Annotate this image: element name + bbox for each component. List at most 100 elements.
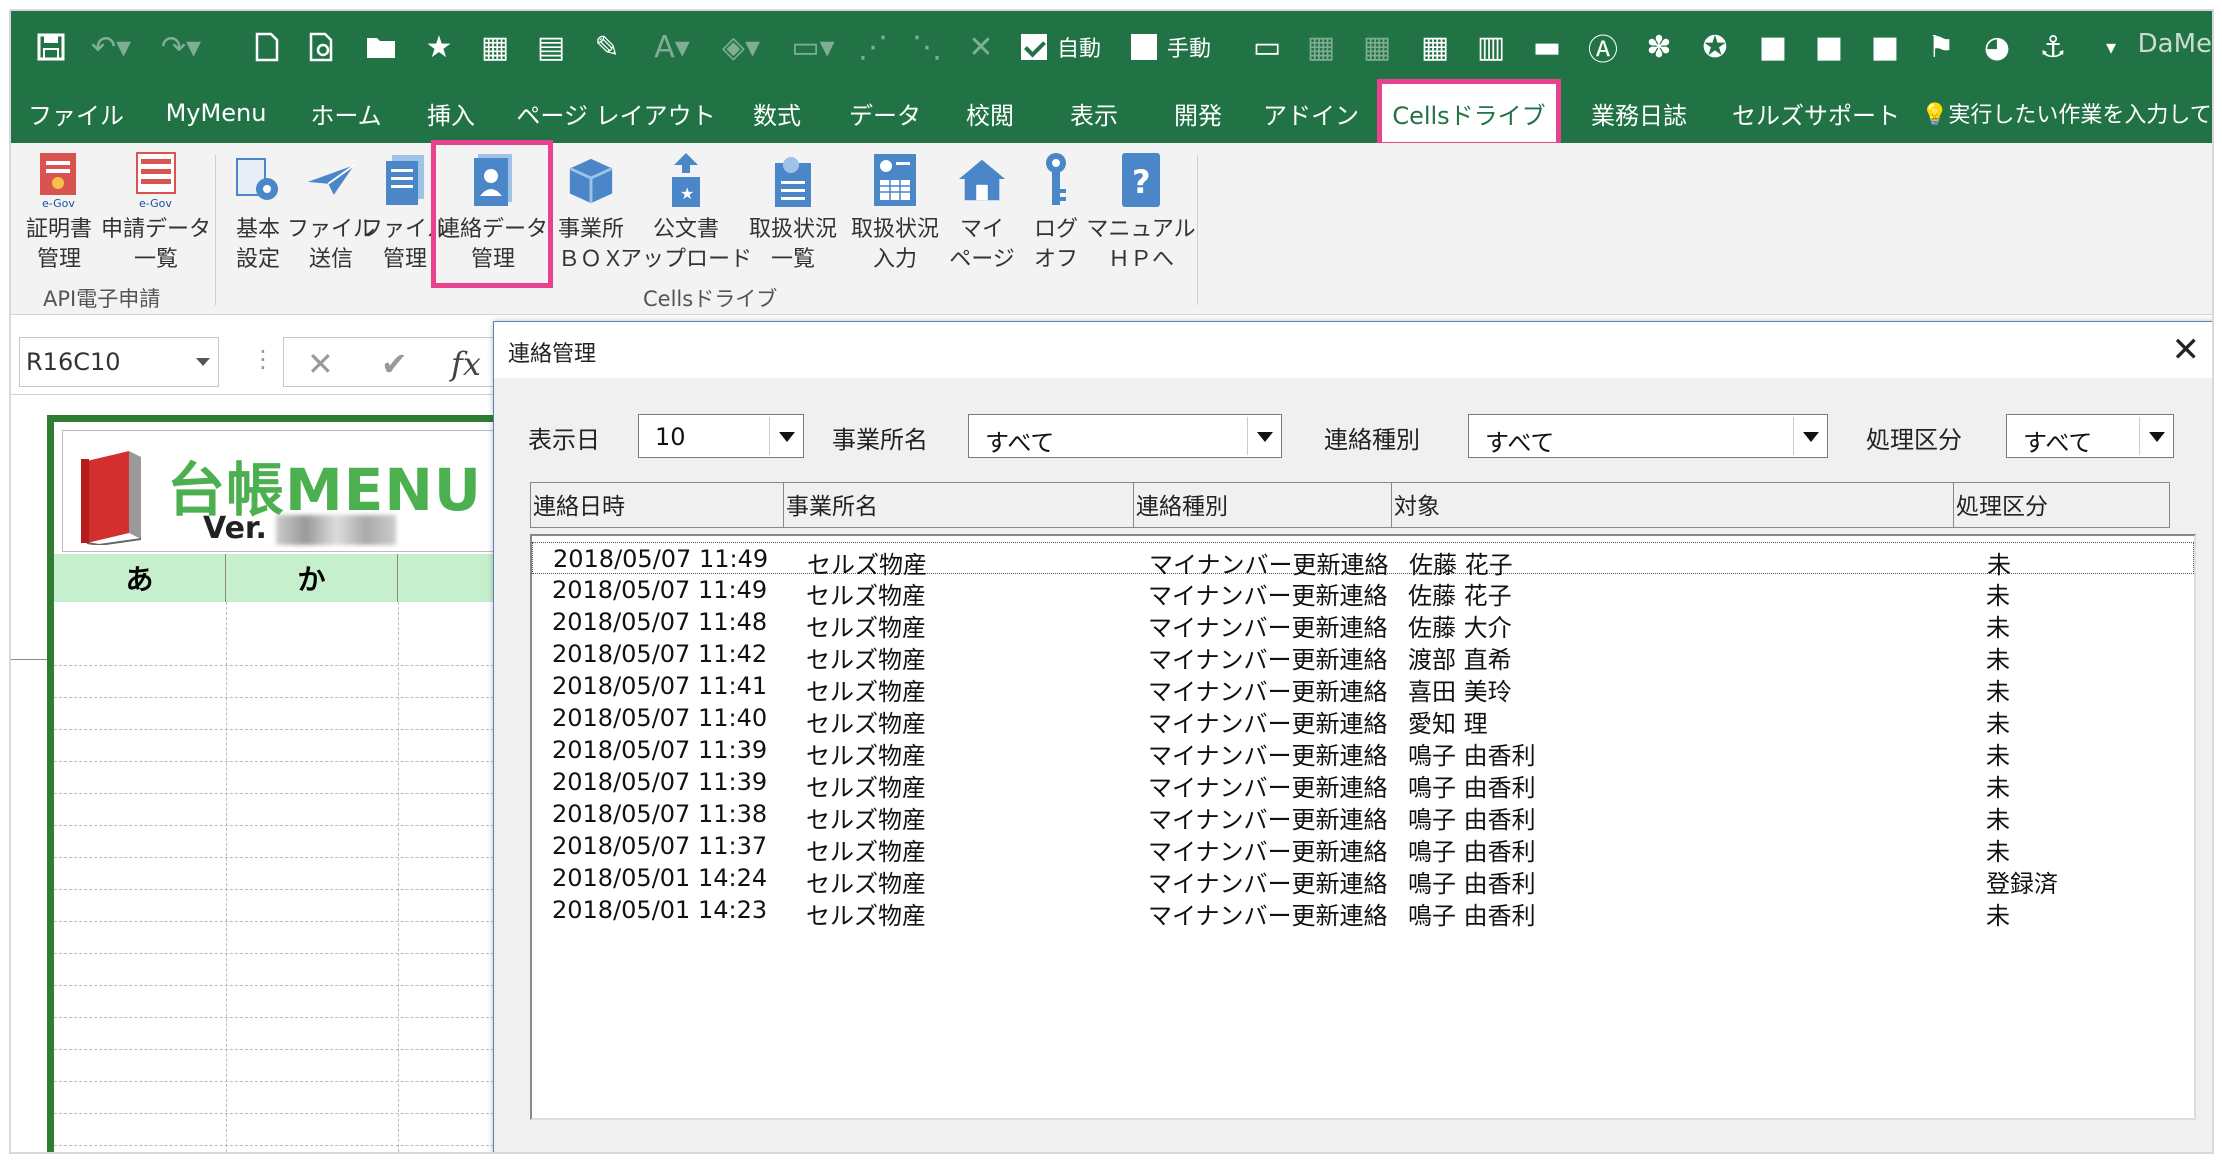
- list-item[interactable]: 2018/05/07 11:39 セルズ物産 マイナンバー更新連絡 鳴子 由香利未: [532, 766, 2194, 802]
- new-file-icon[interactable]: [247, 25, 287, 69]
- name-box[interactable]: R16C10: [19, 337, 219, 387]
- chevron-down-icon[interactable]: [769, 417, 801, 455]
- save-icon[interactable]: [31, 25, 71, 69]
- tab-data[interactable]: データ: [845, 91, 925, 135]
- tab-support[interactable]: セルズサポート: [1731, 91, 1901, 135]
- tab-cellsdrive[interactable]: Cellsドライブ: [1377, 79, 1561, 147]
- kana-a-cell[interactable]: あ: [54, 554, 226, 602]
- application-list-button[interactable]: e-Gov 申請データ 一覧: [101, 149, 211, 287]
- date-filter-select[interactable]: 10: [638, 414, 804, 458]
- my-page-button[interactable]: マイ ページ: [947, 149, 1017, 287]
- chevron-down-icon[interactable]: [1247, 417, 1279, 455]
- chevron-down-icon[interactable]: [196, 358, 210, 366]
- document-upload-button[interactable]: ★ 公文書 アップロード: [620, 149, 752, 287]
- globe-icon[interactable]: ◕: [1977, 25, 2017, 69]
- flower-icon[interactable]: ✽: [1639, 25, 1679, 69]
- chevron-down-icon[interactable]: [2139, 417, 2171, 455]
- tab-insert[interactable]: 挿入: [411, 91, 491, 135]
- column-header-datetime[interactable]: 連絡日時: [530, 482, 784, 528]
- basic-settings-button[interactable]: 基本 設定: [223, 149, 293, 287]
- list-item[interactable]: 2018/05/07 11:38 セルズ物産 マイナンバー更新連絡 鳴子 由香利未: [532, 798, 2194, 834]
- more-icon[interactable]: ⋮: [251, 345, 275, 373]
- list-item[interactable]: 2018/05/07 11:49 セルズ物産 マイナンバー更新連絡 佐藤 花子未: [532, 574, 2194, 610]
- status-input-button[interactable]: 取扱状況 入力: [843, 149, 947, 287]
- list-item[interactable]: 2018/05/01 14:23 セルズ物産 マイナンバー更新連絡 鳴子 由香利 未: [532, 894, 2194, 930]
- office-box-button[interactable]: 事業所 ＢＯＸ: [551, 149, 631, 287]
- column-header-target[interactable]: 対象: [1392, 482, 1954, 528]
- dialog-titlebar: 連絡管理: [494, 322, 2212, 378]
- tab-gyomu[interactable]: 業務日誌: [1579, 91, 1699, 135]
- group-separator: [1197, 155, 1198, 305]
- print-preview-icon[interactable]: [303, 25, 343, 69]
- square-icon[interactable]: ■: [1809, 25, 1849, 69]
- list-item[interactable]: 2018/05/07 11:39 セルズ物産 マイナンバー更新連絡 鳴子 由香利未: [532, 734, 2194, 770]
- list-item[interactable]: 2018/05/07 11:40 セルズ物産 マイナンバー更新連絡 愛知 理未: [532, 702, 2194, 738]
- fill-color-icon[interactable]: ◈▾: [711, 25, 771, 69]
- document-upload-label-2: アップロード: [620, 247, 753, 272]
- table-icon[interactable]: ▦: [1415, 25, 1455, 69]
- logoff-button[interactable]: ログ オフ: [1021, 149, 1091, 287]
- office-filter-select[interactable]: すべて: [968, 414, 1282, 458]
- proc-filter-select[interactable]: すべて: [2006, 414, 2174, 458]
- tab-page-layout[interactable]: ページ レイアウト: [516, 91, 715, 135]
- tab-home[interactable]: ホーム: [301, 91, 391, 135]
- list-item[interactable]: 2018/05/07 11:41 セルズ物産 マイナンバー更新連絡 喜田 美玲未: [532, 670, 2194, 706]
- enter-icon[interactable]: ✔: [381, 345, 408, 383]
- trace-dependents-icon[interactable]: ⋱: [907, 25, 947, 69]
- list-item[interactable]: 2018/05/07 11:42 セルズ物産 マイナンバー更新連絡 渡部 直希未: [532, 638, 2194, 674]
- tab-addin[interactable]: アドイン: [1261, 91, 1361, 135]
- anchor-icon[interactable]: ⚓: [2033, 25, 2073, 69]
- type-filter-select[interactable]: すべて: [1468, 414, 1828, 458]
- columns-icon[interactable]: ▥: [1471, 25, 1511, 69]
- tab-formulas[interactable]: 数式: [737, 91, 817, 135]
- list-item[interactable]: 2018/05/07 11:49 セルズ物産 マイナンバー更新連絡 佐藤 花子未: [532, 542, 2194, 579]
- column-header-office[interactable]: 事業所名: [784, 482, 1134, 528]
- column-header-type[interactable]: 連絡種別: [1134, 482, 1392, 528]
- star-icon[interactable]: ★: [419, 25, 459, 69]
- contact-list[interactable]: 2018/05/07 11:49 セルズ物産 マイナンバー更新連絡 佐藤 花子未 201…: [530, 534, 2196, 1120]
- calc-auto-toggle[interactable]: 自動: [1021, 25, 1141, 69]
- column-header-status[interactable]: 処理区分: [1954, 482, 2170, 528]
- window-icon[interactable]: ▭: [1247, 25, 1287, 69]
- open-folder-icon[interactable]: [361, 25, 401, 69]
- form-icon[interactable]: ▤: [531, 25, 571, 69]
- file-send-button[interactable]: ファイル 送信: [287, 149, 375, 287]
- square-icon[interactable]: ■: [1865, 25, 1905, 69]
- grid-icon[interactable]: ▦: [1357, 25, 1397, 69]
- tab-view[interactable]: 表示: [1059, 91, 1129, 135]
- tab-file[interactable]: ファイル: [21, 91, 131, 135]
- redo-icon[interactable]: ↷▾: [151, 25, 211, 69]
- kana-ka-cell[interactable]: か: [226, 554, 398, 602]
- grid-icon[interactable]: ▦: [1301, 25, 1341, 69]
- building-icon[interactable]: ▦: [475, 25, 515, 69]
- square-icon[interactable]: ■: [1753, 25, 1793, 69]
- remove-arrows-icon[interactable]: ✕: [961, 25, 1001, 69]
- status-list-button[interactable]: 取扱状況 一覧: [743, 149, 843, 287]
- insert-function-icon[interactable]: fx: [451, 345, 481, 383]
- list-item[interactable]: 2018/05/01 14:24 セルズ物産 マイナンバー更新連絡 鳴子 由香利 登録済: [532, 862, 2194, 898]
- shapes-icon[interactable]: ▭▾: [783, 25, 843, 69]
- manual-hp-button[interactable]: ? マニュアル ＨＰへ: [1086, 149, 1196, 287]
- undo-icon[interactable]: ↶▾: [81, 25, 141, 69]
- radar-icon[interactable]: ✪: [1695, 25, 1735, 69]
- list-item[interactable]: 2018/05/07 11:48 セルズ物産 マイナンバー更新連絡 佐藤 大介未: [532, 606, 2194, 642]
- paper-plane-icon: [306, 149, 356, 211]
- flag-icon[interactable]: ⚑: [1921, 25, 1961, 69]
- format-painter-icon[interactable]: ✎: [587, 25, 627, 69]
- font-color-icon[interactable]: A▾: [647, 25, 697, 69]
- customize-qat-icon[interactable]: ▾: [2091, 25, 2131, 69]
- calc-manual-toggle[interactable]: 手動: [1131, 25, 1251, 69]
- cert-mgmt-button[interactable]: e-Gov 証明書 管理: [17, 149, 101, 287]
- close-icon[interactable]: ✕: [2172, 330, 2201, 370]
- tell-me-search[interactable]: 💡実行したい作業を入力してく: [1921, 97, 2212, 129]
- chevron-down-icon[interactable]: [1793, 417, 1825, 455]
- textbox-icon[interactable]: Ⓐ: [1583, 25, 1623, 69]
- list-item[interactable]: 2018/05/07 11:37 セルズ物産 マイナンバー更新連絡 鳴子 由香利未: [532, 830, 2194, 866]
- tab-mymenu[interactable]: MyMenu: [151, 91, 281, 135]
- trace-precedents-icon[interactable]: ⋰: [853, 25, 893, 69]
- bar-icon[interactable]: ▬: [1527, 25, 1567, 69]
- tab-developer[interactable]: 開発: [1163, 91, 1233, 135]
- user-name[interactable]: DaMe: [2138, 29, 2212, 59]
- cancel-icon[interactable]: ✕: [307, 345, 334, 383]
- tab-review[interactable]: 校閲: [955, 91, 1025, 135]
